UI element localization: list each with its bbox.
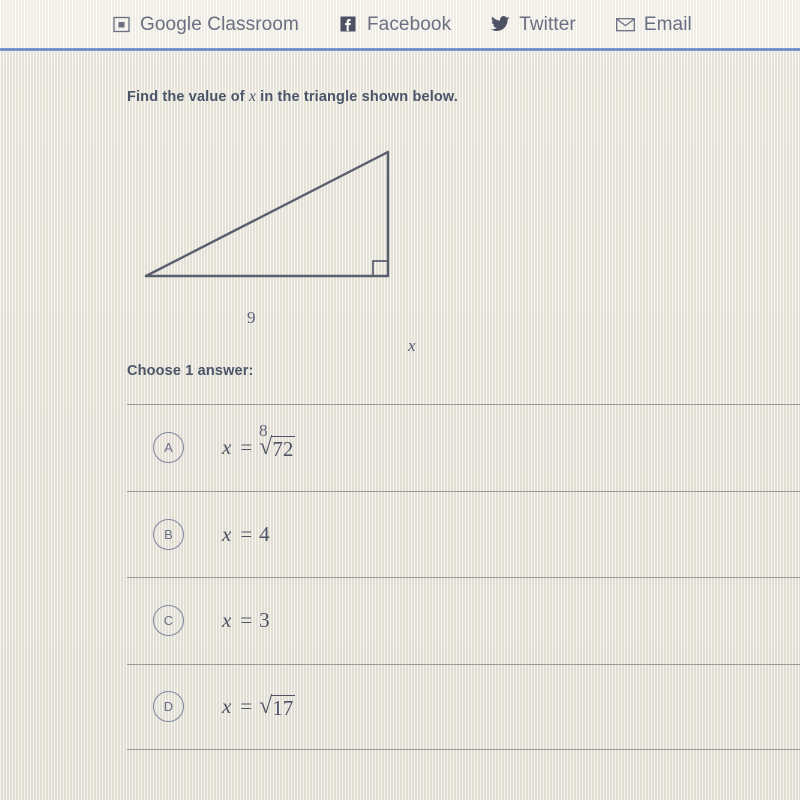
answer-a-equals: = <box>240 434 253 459</box>
answer-option-b[interactable]: B x = 4 <box>127 490 800 578</box>
twitter-icon <box>491 15 510 34</box>
share-email[interactable]: Email <box>615 13 692 35</box>
answer-choices-list: A x = √ 72 B x = 4 C x = 3 D x = √ 17 <box>127 404 800 750</box>
answer-a-variable: x <box>222 434 232 459</box>
answer-c-equals: = <box>240 608 253 633</box>
answer-option-d[interactable]: D x = √ 17 <box>127 663 800 750</box>
choice-bubble-c[interactable]: C <box>153 605 184 637</box>
answer-d-value: 17 <box>271 694 296 721</box>
radical-sign-icon: √ <box>259 692 273 719</box>
right-triangle-diagram: 9 8 x <box>120 130 450 440</box>
answer-b-value: 4 <box>259 521 270 546</box>
choose-answer-prompt: Choose 1 answer: <box>127 363 254 379</box>
question-prefix: Find the value of <box>127 89 249 105</box>
answer-option-d-text: x = √ 17 <box>222 692 296 721</box>
answer-option-a[interactable]: A x = √ 72 <box>127 404 800 491</box>
accent-divider <box>0 48 800 51</box>
share-twitter-label: Twitter <box>519 13 576 35</box>
share-twitter[interactable]: Twitter <box>491 15 576 34</box>
share-facebook[interactable]: Facebook <box>339 15 451 34</box>
choice-bubble-a[interactable]: A <box>153 432 184 464</box>
figure-label-hypotenuse: 9 <box>247 308 256 327</box>
share-google-classroom-label: Google Classroom <box>140 13 299 35</box>
figure-label-vertical: x <box>408 336 416 355</box>
answer-a-value: 72 <box>271 435 296 462</box>
choice-bubble-d[interactable]: D <box>153 691 184 723</box>
answer-option-a-text: x = √ 72 <box>222 433 296 462</box>
email-icon <box>615 15 635 34</box>
triangle-svg <box>144 150 390 278</box>
question-text: Find the value of x in the triangle show… <box>127 88 458 106</box>
facebook-icon <box>339 15 358 34</box>
question-variable: x <box>248 88 256 105</box>
answer-d-variable: x <box>222 693 232 718</box>
answer-b-equals: = <box>240 521 253 546</box>
share-bar: Google Classroom Facebook Twitter Email <box>0 0 800 48</box>
page-root: Google Classroom Facebook Twitter Email … <box>0 0 800 800</box>
choice-bubble-b[interactable]: B <box>153 518 184 550</box>
share-email-label: Email <box>643 13 692 35</box>
answer-a-radical: √ 72 <box>259 433 296 462</box>
answer-b-variable: x <box>222 521 232 546</box>
answer-d-equals: = <box>240 693 253 718</box>
question-suffix: in the triangle shown below. <box>255 89 458 105</box>
answer-d-radical: √ 17 <box>259 692 296 721</box>
answer-option-b-text: x = 4 <box>222 522 270 547</box>
answer-option-c-text: x = 3 <box>222 608 270 633</box>
google-classroom-icon <box>112 15 131 34</box>
share-facebook-label: Facebook <box>366 13 452 35</box>
answer-option-c[interactable]: C x = 3 <box>127 577 800 664</box>
answer-c-value: 3 <box>259 608 270 633</box>
answer-c-variable: x <box>222 608 232 633</box>
share-google-classroom[interactable]: Google Classroom <box>112 15 299 34</box>
radical-sign-icon: √ <box>259 433 273 460</box>
